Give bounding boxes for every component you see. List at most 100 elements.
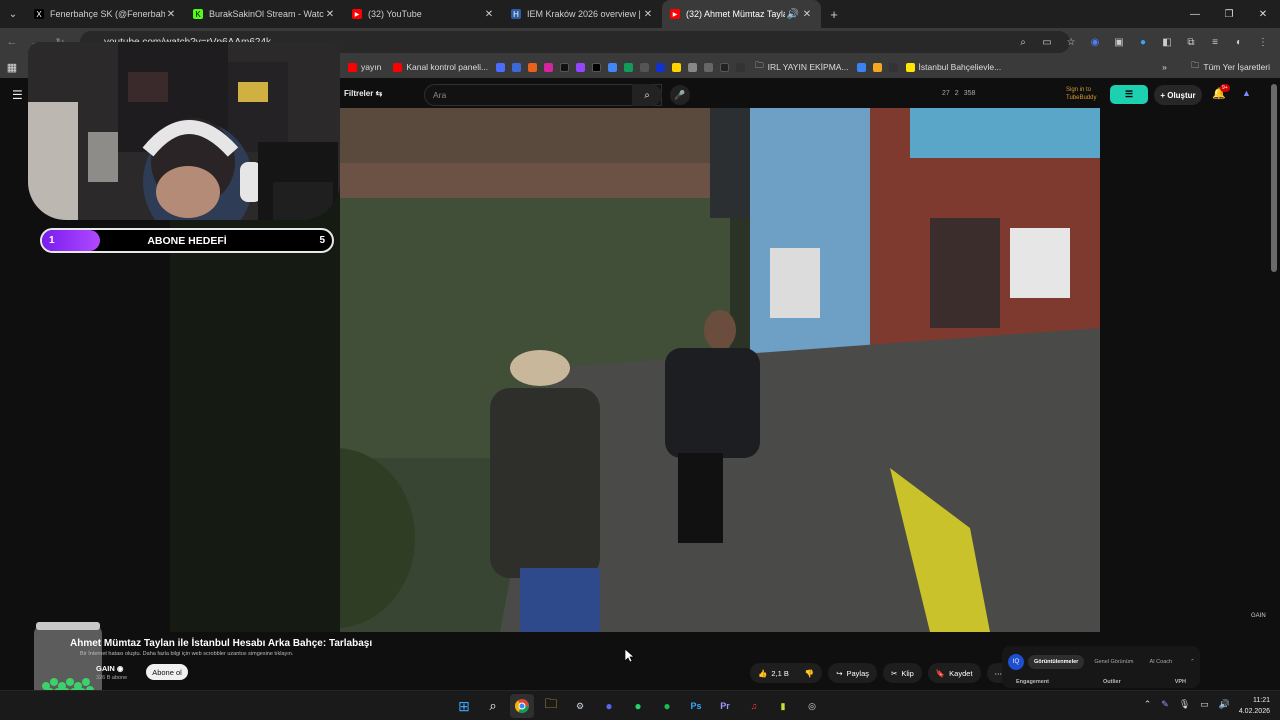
apps-grid-icon[interactable]: ▦ bbox=[0, 61, 24, 74]
steam-icon[interactable]: ⚙ bbox=[568, 694, 592, 718]
all-bookmarks[interactable]: 🗀 Tüm Yer İşaretleri bbox=[1191, 60, 1270, 74]
chevron-right-icon[interactable]: » bbox=[1162, 62, 1167, 72]
zoom-icon[interactable]: ⌕ bbox=[1014, 37, 1032, 48]
discord-icon[interactable]: ● bbox=[597, 694, 621, 718]
spotify-icon[interactable]: ● bbox=[655, 694, 679, 718]
pen-icon[interactable]: ✎ bbox=[1161, 699, 1169, 710]
browser-tab-active[interactable]: ▶ (32) Ahmet Mümtaz Taylan 🔊 ✕ bbox=[662, 0, 821, 28]
microphone-icon[interactable]: 🎙 bbox=[1179, 699, 1190, 710]
youtube-logo-icon bbox=[348, 62, 357, 72]
clip-button[interactable]: ✂ Klip bbox=[883, 663, 922, 683]
bookmark-star-icon[interactable]: ☆ bbox=[1062, 37, 1080, 48]
obs-icon[interactable]: ◎ bbox=[800, 694, 824, 718]
speaker-icon[interactable]: 🔊 bbox=[785, 9, 801, 20]
microphone-icon[interactable]: 🎤 bbox=[670, 85, 690, 105]
tiktok-icon[interactable] bbox=[560, 62, 570, 72]
close-icon[interactable]: ✕ bbox=[801, 9, 813, 20]
bookmark-folder[interactable]: 🗀 IRL YAYIN EKİPMA... bbox=[755, 60, 848, 74]
bookmark-item[interactable]: Kanal kontrol paneli... bbox=[393, 62, 488, 72]
browser-tab[interactable]: K BurakSakinOl Stream - Watch Live ✕ bbox=[185, 0, 344, 28]
account-avatar[interactable]: ▲ bbox=[1242, 88, 1251, 98]
close-icon[interactable]: ✕ bbox=[324, 9, 336, 20]
back-icon[interactable]: ← bbox=[0, 36, 24, 48]
bookmark-icon[interactable] bbox=[856, 62, 866, 72]
bookmark-icon[interactable] bbox=[640, 62, 650, 72]
chrome-icon[interactable] bbox=[510, 694, 534, 718]
premiere-icon[interactable]: Pr bbox=[713, 694, 737, 718]
panel-tab[interactable]: AI Coach bbox=[1143, 655, 1178, 669]
photoshop-icon[interactable]: Ps bbox=[684, 694, 708, 718]
bookmark-icon[interactable] bbox=[736, 62, 746, 72]
tubebuddy-signin[interactable]: Sign in to TubeBuddy bbox=[1066, 86, 1096, 102]
bookmark-icon[interactable] bbox=[672, 62, 682, 72]
search-input[interactable]: Ara bbox=[424, 84, 662, 106]
bookmark-item[interactable]: yayın bbox=[348, 62, 381, 72]
hamburger-menu-icon[interactable]: ☰ bbox=[12, 88, 23, 102]
bookmark-icon[interactable] bbox=[704, 62, 714, 72]
bookmark-icon[interactable] bbox=[872, 62, 882, 72]
create-button[interactable]: + Oluştur bbox=[1154, 85, 1202, 105]
instagram-icon[interactable] bbox=[544, 62, 554, 72]
share-button[interactable]: ↪ Paylaş bbox=[828, 663, 878, 683]
profile-avatar[interactable]: ◐ bbox=[1230, 37, 1248, 48]
minimize-icon[interactable]: — bbox=[1178, 0, 1212, 28]
extension-button[interactable]: ☰ bbox=[1110, 85, 1148, 104]
channel-name[interactable]: GAIN ◉ bbox=[96, 664, 123, 673]
search-icon[interactable]: ⌕ bbox=[632, 84, 662, 106]
dislike-button[interactable]: 👎 bbox=[796, 663, 823, 683]
panel-tab[interactable]: Görüntülenmeler bbox=[1028, 655, 1085, 669]
extension-icon[interactable]: ◉ bbox=[1086, 37, 1104, 48]
chevron-up-icon[interactable]: ⌃ bbox=[1144, 699, 1152, 710]
search-icon[interactable]: ⌕ bbox=[481, 694, 505, 718]
tab-title: BurakSakinOl Stream - Watch Live bbox=[209, 9, 324, 19]
bookmark-icon[interactable] bbox=[688, 62, 698, 72]
close-window-icon[interactable]: ✕ bbox=[1246, 0, 1280, 28]
extensions-puzzle-icon[interactable]: ⧉ bbox=[1182, 37, 1200, 48]
panel-tabs: IQ Görüntülenmeler Genel Görünüm AI Coac… bbox=[1008, 654, 1195, 670]
volume-icon[interactable]: 🔊 bbox=[1219, 699, 1230, 710]
sheets-icon[interactable] bbox=[624, 62, 634, 72]
browser-tab[interactable]: ▶ (32) YouTube ✕ bbox=[344, 0, 503, 28]
bookmark-icon[interactable] bbox=[720, 62, 730, 72]
chevron-up-icon[interactable]: ⌃ bbox=[1190, 659, 1195, 665]
x-logo-icon[interactable] bbox=[592, 62, 602, 72]
twitch-icon[interactable] bbox=[576, 62, 586, 72]
extension-icon[interactable]: ◧ bbox=[1158, 37, 1176, 48]
whatsapp-icon[interactable]: ● bbox=[626, 694, 650, 718]
menu-dots-icon[interactable]: ⋮ bbox=[1254, 37, 1272, 48]
bookmark-icon[interactable] bbox=[888, 62, 898, 72]
subscribe-button[interactable]: Abone ol bbox=[146, 664, 188, 680]
tab-title: IEM Kraków 2026 overview | HLTV bbox=[527, 9, 642, 19]
close-icon[interactable]: ✕ bbox=[483, 9, 495, 20]
cast-icon[interactable]: ▭ bbox=[1038, 37, 1056, 48]
bookmark-icon[interactable] bbox=[528, 62, 538, 72]
close-icon[interactable]: ✕ bbox=[165, 9, 177, 20]
save-button[interactable]: 🔖 Kaydet bbox=[927, 663, 981, 683]
bookmark-item[interactable]: İstanbul Bahçelievle... bbox=[905, 62, 1001, 72]
docs-icon[interactable] bbox=[608, 62, 618, 72]
bookmark-icon[interactable] bbox=[656, 62, 666, 72]
scrollbar[interactable] bbox=[1271, 84, 1277, 272]
tab-search-button[interactable]: ⌄ bbox=[0, 1, 26, 27]
browser-tab[interactable]: X Fenerbahçe SK (@Fenerbahce) / X ✕ bbox=[26, 0, 185, 28]
browser-tab[interactable]: H IEM Kraków 2026 overview | HLTV ✕ bbox=[503, 0, 662, 28]
new-tab-button[interactable]: + bbox=[821, 7, 847, 22]
close-icon[interactable]: ✕ bbox=[642, 9, 654, 20]
file-explorer-icon[interactable]: 🗀 bbox=[539, 694, 563, 718]
video-watermark: GAIN bbox=[1251, 613, 1266, 619]
filters-button[interactable]: Filtreler ⇆ bbox=[344, 89, 382, 98]
like-button[interactable]: 👍 2,1 B bbox=[750, 663, 797, 683]
app-icon[interactable]: ▮ bbox=[771, 694, 795, 718]
music-app-icon[interactable]: ♫ bbox=[742, 694, 766, 718]
windows-start-icon[interactable]: ⊞ bbox=[452, 694, 476, 718]
maximize-icon[interactable]: ❐ bbox=[1212, 0, 1246, 28]
panel-tab[interactable]: Genel Görünüm bbox=[1088, 655, 1139, 669]
extension-icon[interactable]: ● bbox=[1134, 37, 1152, 48]
bookmark-icon[interactable] bbox=[512, 62, 522, 72]
tab-title: Fenerbahçe SK (@Fenerbahce) / X bbox=[50, 9, 165, 19]
display-icon[interactable]: ▭ bbox=[1200, 699, 1209, 710]
bookmark-icon[interactable] bbox=[496, 62, 506, 72]
system-clock[interactable]: 11:21 4.02.2026 bbox=[1239, 695, 1270, 717]
media-icon[interactable]: ≡ bbox=[1206, 37, 1224, 48]
extension-icon[interactable]: ▣ bbox=[1110, 37, 1128, 48]
